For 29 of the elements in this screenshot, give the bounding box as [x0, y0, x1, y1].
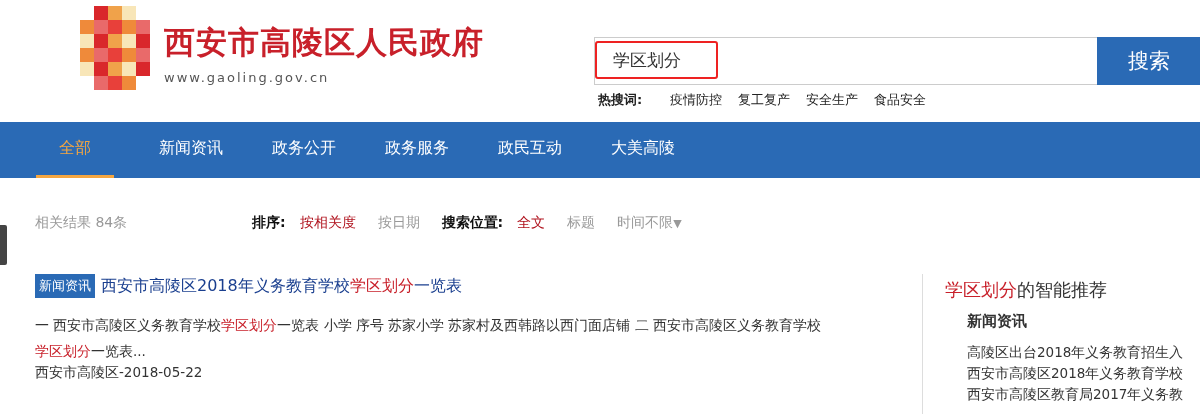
result-title-link[interactable]: 西安市高陵区2018年义务教育学校学区划分一览表 — [101, 275, 462, 297]
sort-label: 排序: — [252, 214, 286, 232]
result-source: 西安市高陵区-2018-05-22 — [35, 364, 204, 382]
recommend-link[interactable]: 高陵区出台2018年义务教育招生入 — [967, 343, 1200, 361]
result-count: 相关结果 84条 — [35, 214, 129, 232]
category-tag: 新闻资讯 — [35, 274, 95, 298]
nav-tab[interactable]: 政务服务 — [360, 122, 473, 178]
hot-word-link[interactable]: 复工复产 — [738, 91, 791, 109]
emblem-icon — [80, 6, 150, 90]
nav-tab[interactable]: 新闻资讯 — [134, 122, 247, 178]
nav-tab[interactable]: 政民互动 — [473, 122, 586, 178]
result-snippet: 一 西安市高陵区义务教育学校学区划分一览表 小学 序号 苏家小学 苏家村及西韩路以西门面店铺 二 西安市高陵区义务教育学校 学区划分一览表... — [35, 316, 823, 361]
site-title: 西安市高陵区人民政府 — [164, 22, 484, 62]
site-url: www.gaoling.gov.cn — [164, 69, 331, 85]
hot-words-label: 热搜词: — [598, 91, 643, 109]
hot-word-link[interactable]: 安全生产 — [806, 91, 859, 109]
scope-option[interactable]: 全文 — [517, 214, 546, 232]
nav-tab[interactable]: 政务公开 — [247, 122, 360, 178]
recommend-link[interactable]: 西安市高陵区2018年义务教育学校 — [967, 364, 1200, 382]
recommend-title: 学区划分的智能推荐 — [945, 278, 1108, 302]
recommend-link[interactable]: 西安市高陵区教育局2017年义务教 — [967, 385, 1200, 403]
search-button[interactable]: 搜索 — [1097, 37, 1200, 85]
nav-tab[interactable]: 大美高陵 — [586, 122, 699, 178]
sort-option[interactable]: 按相关度 — [299, 214, 356, 232]
side-widget[interactable] — [0, 225, 7, 265]
hot-word-link[interactable]: 食品安全 — [874, 91, 927, 109]
scope-label: 搜索位置: — [441, 214, 504, 232]
hot-word-link[interactable]: 疫情防控 — [670, 91, 723, 109]
recommend-section-title: 新闻资讯 — [966, 311, 1028, 331]
